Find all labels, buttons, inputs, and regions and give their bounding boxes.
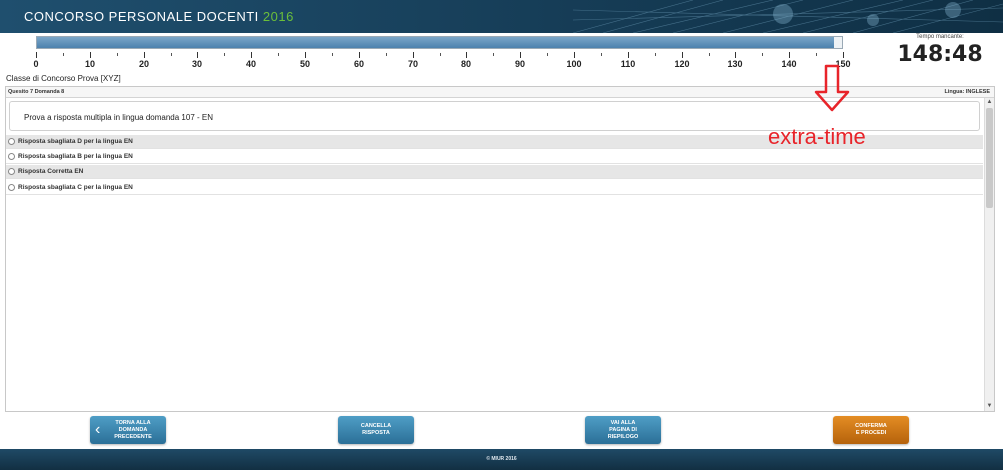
ruler-tick — [359, 52, 360, 58]
previous-question-label: TORNA ALLA DOMANDA PRECEDENTE — [114, 419, 152, 440]
ruler-minor-tick — [440, 53, 441, 56]
confirm-proceed-label: CONFERMA E PROCEDI — [855, 423, 887, 436]
answer-radio[interactable] — [8, 153, 15, 160]
ruler-tick-label: 30 — [191, 59, 203, 69]
ruler-minor-tick — [332, 53, 333, 56]
ruler-tick-label: 120 — [674, 59, 690, 69]
app-title: CONCORSO PERSONALE DOCENTI 2016 — [24, 9, 294, 24]
ruler-tick — [735, 52, 736, 58]
ruler-tick — [628, 52, 629, 58]
answer-radio[interactable] — [8, 138, 15, 145]
clear-answer-label: CANCELLA RISPOSTA — [360, 423, 392, 436]
ruler-tick — [305, 52, 306, 58]
answer-option[interactable]: Risposta sbagliata B per la lingua EN — [6, 150, 983, 164]
scroll-thumb[interactable] — [986, 108, 993, 208]
answer-label: Risposta sbagliata C per la lingua EN — [18, 184, 133, 191]
ruler-tick-label: 50 — [299, 59, 311, 69]
time-progress-bar — [36, 36, 843, 49]
ruler-minor-tick — [224, 53, 225, 56]
ruler-minor-tick — [117, 53, 118, 56]
answer-label: Risposta sbagliata B per la lingua EN — [18, 153, 133, 160]
app-footer: © MIUR 2016 — [0, 449, 1003, 470]
arrow-down-icon — [814, 64, 850, 112]
ruler-tick-label: 90 — [514, 59, 526, 69]
answer-label: Risposta sbagliata D per la lingua EN — [18, 138, 133, 145]
ruler-tick — [682, 52, 683, 58]
ruler-minor-tick — [63, 53, 64, 56]
question-text: Prova a risposta multipla in lingua doma… — [24, 113, 213, 122]
ruler-tick-label: 10 — [84, 59, 96, 69]
ruler-tick — [574, 52, 575, 58]
ruler-tick — [466, 52, 467, 58]
app-title-text: CONCORSO PERSONALE DOCENTI — [24, 9, 259, 24]
ruler-tick — [90, 52, 91, 58]
answer-option[interactable]: Risposta Corretta EN — [6, 165, 983, 179]
ruler-tick-label: 60 — [353, 59, 365, 69]
clear-answer-button[interactable]: CANCELLA RISPOSTA — [338, 416, 414, 444]
countdown-timer: 148:48 — [897, 42, 983, 67]
ruler-tick-label: 140 — [781, 59, 797, 69]
app-title-year: 2016 — [262, 9, 294, 24]
ruler-minor-tick — [171, 53, 172, 56]
ruler-minor-tick — [601, 53, 602, 56]
answer-option[interactable]: Risposta sbagliata C per la lingua EN — [6, 181, 983, 195]
ruler-tick-label: 40 — [245, 59, 257, 69]
ruler-tick-label: 0 — [33, 59, 39, 69]
answer-radio[interactable] — [8, 184, 15, 191]
ruler-minor-tick — [762, 53, 763, 56]
answer-radio[interactable] — [8, 168, 15, 175]
ruler-tick — [197, 52, 198, 58]
scroll-up-icon[interactable]: ▲ — [985, 98, 994, 107]
previous-question-button[interactable]: ‹ TORNA ALLA DOMANDA PRECEDENTE — [90, 416, 166, 444]
exam-class-title: Classe di Concorso Prova [XYZ] — [6, 74, 121, 83]
summary-page-button[interactable]: VAI ALLA PAGINA DI RIEPILOGO — [585, 416, 661, 444]
ruler-minor-tick — [709, 53, 710, 56]
ruler-minor-tick — [816, 53, 817, 56]
ruler-tick — [413, 52, 414, 58]
ruler-minor-tick — [493, 53, 494, 56]
confirm-proceed-button[interactable]: CONFERMA E PROCEDI — [833, 416, 909, 444]
question-number: Quesito 7 Domanda 8 — [8, 89, 65, 95]
question-language: Lingua: INGLESE — [944, 89, 990, 95]
ruler-tick-label: 100 — [566, 59, 582, 69]
ruler-tick — [251, 52, 252, 58]
time-progress-fill — [37, 37, 834, 48]
ruler-minor-tick — [278, 53, 279, 56]
scroll-down-icon[interactable]: ▼ — [985, 402, 994, 411]
time-ruler: 0 10 20 30 40 50 60 70 80 90 100 110 120 130 140 150 — [33, 50, 851, 72]
ruler-tick-label: 130 — [727, 59, 743, 69]
ruler-tick — [36, 52, 37, 58]
timer-label: Tempo mancante: — [916, 34, 964, 40]
summary-page-label: VAI ALLA PAGINA DI RIEPILOGO — [607, 419, 639, 440]
ruler-tick — [144, 52, 145, 58]
ruler-tick — [789, 52, 790, 58]
app-header: CONCORSO PERSONALE DOCENTI 2016 — [0, 0, 1003, 33]
ruler-minor-tick — [386, 53, 387, 56]
ruler-tick-label: 110 — [620, 59, 636, 69]
ruler-minor-tick — [547, 53, 548, 56]
footer-copyright: © MIUR 2016 — [486, 456, 517, 462]
ruler-tick-label: 70 — [407, 59, 419, 69]
chevron-left-icon: ‹ — [95, 421, 101, 438]
panel-scrollbar[interactable]: ▲ ▼ — [984, 98, 994, 411]
ruler-minor-tick — [655, 53, 656, 56]
ruler-tick — [520, 52, 521, 58]
annotation-text: extra-time — [768, 124, 866, 149]
answer-label: Risposta Corretta EN — [18, 168, 84, 175]
header-decoration — [573, 0, 1003, 33]
ruler-tick-label: 20 — [138, 59, 150, 69]
ruler-tick — [843, 52, 844, 58]
ruler-tick-label: 80 — [460, 59, 472, 69]
